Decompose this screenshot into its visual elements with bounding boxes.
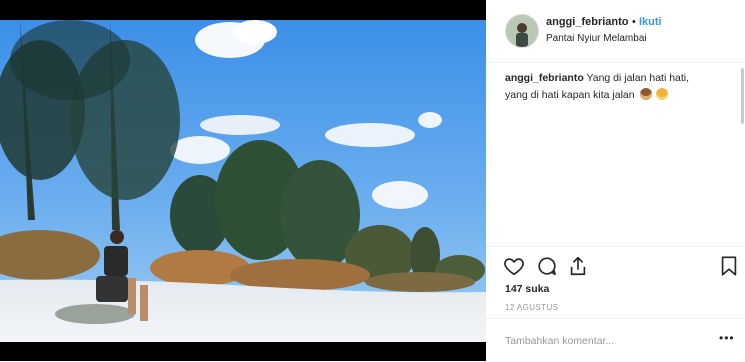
bookmark-icon[interactable]: [718, 255, 740, 277]
see-no-evil-monkey-emoji-icon: [639, 88, 652, 100]
post-location[interactable]: Pantai Nyiur Melambai: [546, 33, 647, 44]
follow-button[interactable]: Ikuti: [639, 16, 662, 28]
post-photo[interactable]: [0, 0, 486, 361]
beach-photo: [0, 0, 486, 361]
heart-icon[interactable]: [503, 255, 525, 277]
comment-bar: Tambahkan komentar... •••: [486, 318, 745, 362]
post-username[interactable]: anggi_febrianto: [546, 16, 629, 28]
weary-cat-emoji-icon: [656, 88, 669, 100]
comment-input[interactable]: Tambahkan komentar...: [505, 335, 614, 347]
post-header: anggi_febrianto • Ikuti Pantai Nyiur Mel…: [486, 0, 745, 63]
caption-text-line2: yang di hati kapan kita jalan: [505, 89, 635, 101]
share-icon[interactable]: [567, 255, 589, 277]
comment-icon[interactable]: [536, 255, 558, 277]
caption-username[interactable]: anggi_febrianto: [505, 72, 584, 84]
caption-scrollbar[interactable]: [741, 68, 744, 124]
like-count[interactable]: 147 suka: [505, 283, 549, 295]
post-caption: anggi_febrianto Yang di jalan hati hati,…: [505, 70, 725, 104]
post-side-panel: anggi_febrianto • Ikuti Pantai Nyiur Mel…: [486, 0, 745, 361]
separator-dot: •: [632, 16, 636, 28]
post-date: 12 AGUSTUS: [505, 303, 559, 312]
caption-text-line1: Yang di jalan hati hati,: [586, 72, 690, 84]
avatar[interactable]: [505, 14, 539, 48]
more-options-icon[interactable]: •••: [719, 331, 735, 345]
